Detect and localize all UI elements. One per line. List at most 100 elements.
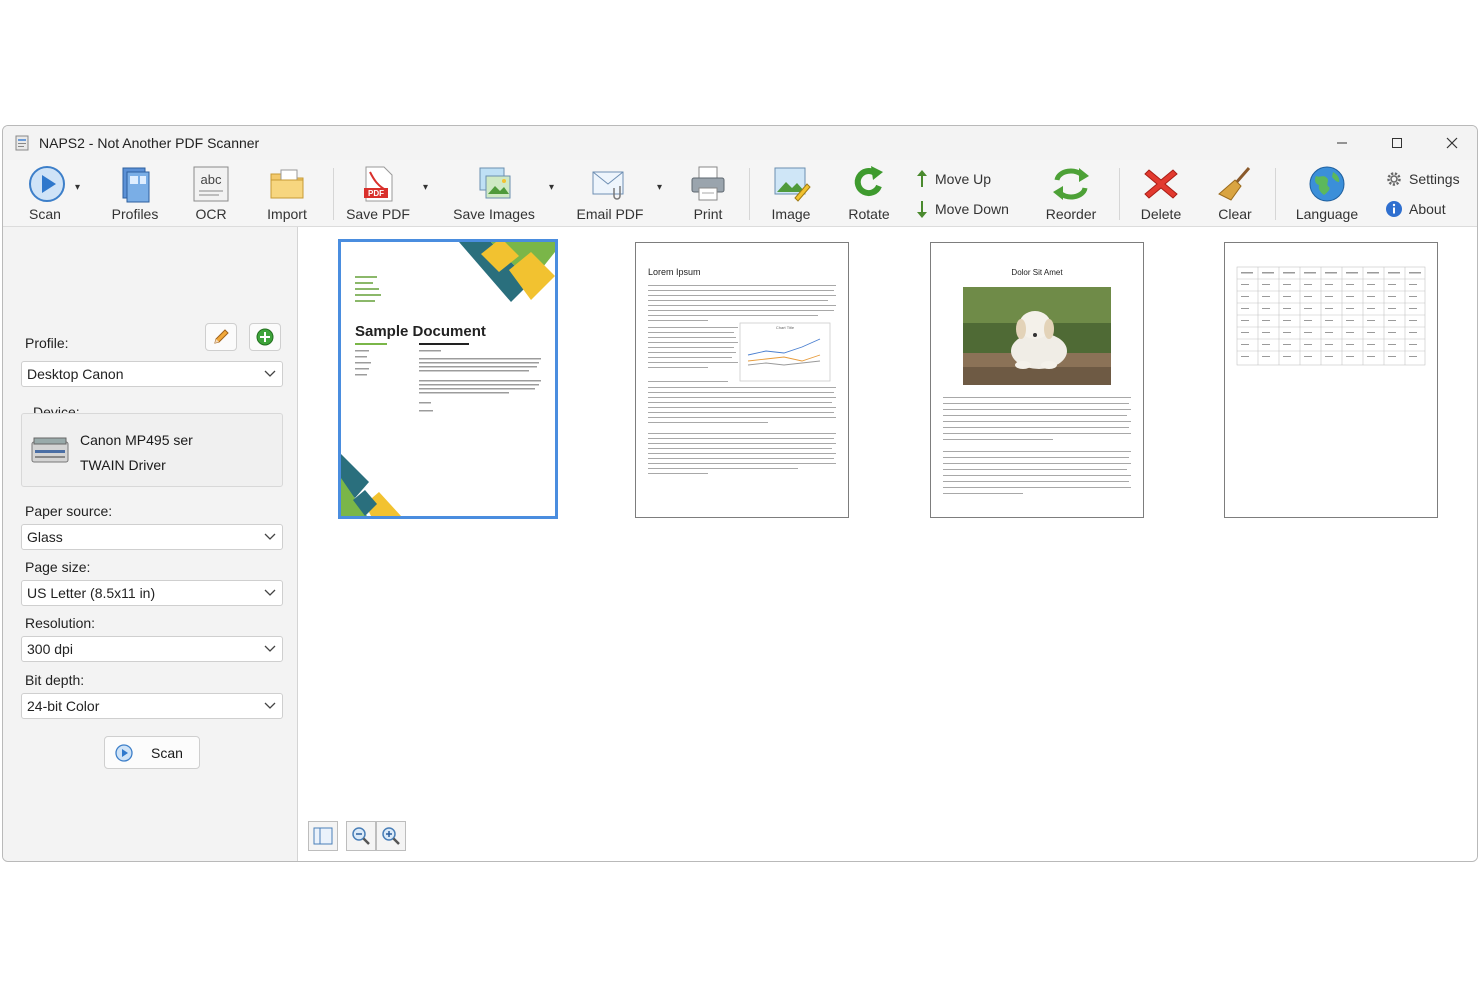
toolbar: Scan ▾ Profiles abc OCR Import PDF Save … [3, 160, 1477, 227]
rotate-icon [854, 166, 883, 197]
layout-toggle-button[interactable] [308, 821, 338, 851]
page-size-select[interactable]: US Letter (8.5x11 in) [21, 580, 283, 606]
page-preview-lorem-ipsum: Lorem Ipsum Chart Title [648, 267, 836, 474]
rotate-button[interactable]: Rotate [839, 160, 899, 226]
window-title: NAPS2 - Not Another PDF Scanner [39, 135, 260, 151]
page-thumbnail-1[interactable]: Sample Document [338, 239, 558, 519]
arrow-up-icon [917, 170, 927, 187]
profile-sidebar: Profile: Desktop Canon Device: Canon MP4… [3, 227, 298, 861]
ocr-button[interactable]: abc OCR [183, 160, 239, 226]
profiles-icon [122, 167, 150, 203]
reorder-icon [1053, 168, 1089, 200]
minimize-button[interactable] [1314, 126, 1369, 160]
maximize-icon [1391, 138, 1402, 148]
pencil-icon [214, 329, 229, 344]
edit-profile-button[interactable] [205, 323, 237, 351]
image-button[interactable]: Image [761, 160, 821, 226]
device-driver: TWAIN Driver [80, 457, 166, 473]
device-name: Canon MP495 ser [80, 432, 193, 448]
maximize-button[interactable] [1369, 126, 1424, 160]
move-up-button[interactable]: Move Up [915, 168, 991, 190]
scan-toolbar-button[interactable]: Scan ▾ [17, 160, 80, 226]
email-icon [592, 171, 624, 200]
import-folder-icon [270, 169, 304, 199]
svg-text:Lorem Ipsum: Lorem Ipsum [648, 267, 701, 277]
close-icon [1446, 137, 1457, 149]
language-button[interactable]: Language [1291, 160, 1363, 226]
scan-play-icon [115, 744, 133, 762]
page-thumbnail-4[interactable] [1224, 242, 1438, 518]
zoom-out-button[interactable] [346, 821, 376, 851]
toolbar-separator [1275, 168, 1276, 220]
move-down-button[interactable]: Move Down [915, 198, 1009, 220]
resolution-label: Resolution: [25, 615, 96, 631]
profiles-button[interactable]: Profiles [105, 160, 165, 226]
settings-button[interactable]: Settings [1385, 168, 1460, 190]
title-bar: NAPS2 - Not Another PDF Scanner [3, 126, 1477, 160]
svg-text:Chart Title: Chart Title [776, 325, 795, 330]
profile-label: Profile: [25, 335, 69, 351]
scan-icon [29, 166, 65, 202]
email-pdf-button[interactable]: Email PDF ▾ [573, 160, 662, 226]
delete-button[interactable]: Delete [1131, 160, 1191, 226]
import-button[interactable]: Import [257, 160, 317, 226]
zoom-out-icon [352, 827, 370, 845]
page-thumbnail-3[interactable]: Dolor Sit Amet [930, 242, 1144, 518]
paper-source-select[interactable]: Glass [21, 524, 283, 550]
page-size-label: Page size: [25, 559, 91, 575]
app-window: NAPS2 - Not Another PDF Scanner Scan ▾ P… [2, 125, 1478, 862]
clear-button[interactable]: Clear [1209, 160, 1261, 226]
scan-dropdown-arrow[interactable]: ▾ [75, 182, 80, 193]
svg-text:PDF: PDF [368, 189, 384, 198]
chevron-down-icon [264, 370, 276, 377]
scanner-device-icon [31, 437, 69, 463]
save-images-dropdown-arrow[interactable]: ▾ [549, 182, 554, 193]
page-thumbnail-area[interactable]: Sample Document Lorem Ipsum Chart Title … [298, 227, 1477, 861]
layout-panel-icon [313, 827, 333, 845]
save-pdf-dropdown-arrow[interactable]: ▾ [423, 182, 428, 193]
printer-icon [691, 166, 725, 201]
about-button[interactable]: About [1385, 198, 1446, 220]
toolbar-separator [333, 168, 334, 220]
save-images-button[interactable]: Save Images ▾ [447, 160, 554, 226]
save-images-icon [479, 167, 511, 199]
broom-icon [1218, 167, 1251, 201]
page-preview-table [1236, 266, 1426, 366]
reorder-button[interactable]: Reorder [1039, 160, 1103, 226]
chevron-down-icon [264, 589, 276, 596]
minimize-icon [1336, 142, 1347, 144]
image-edit-icon [774, 167, 811, 202]
gear-icon [1387, 172, 1401, 186]
resolution-select[interactable]: 300 dpi [21, 636, 283, 662]
toolbar-separator [749, 168, 750, 220]
device-panel[interactable]: Canon MP495 ser TWAIN Driver [21, 413, 283, 487]
print-button[interactable]: Print [683, 160, 733, 226]
svg-text:Sample Document: Sample Document [355, 323, 486, 340]
svg-text:Dolor Sit Amet: Dolor Sit Amet [1011, 268, 1063, 277]
paper-source-label: Paper source: [25, 503, 113, 519]
email-pdf-dropdown-arrow[interactable]: ▾ [657, 182, 662, 193]
page-preview-dolor-sit-amet: Dolor Sit Amet [943, 268, 1131, 494]
bit-depth-label: Bit depth: [25, 672, 85, 688]
chevron-down-icon [264, 645, 276, 652]
arrow-down-icon [917, 201, 927, 218]
svg-text:abc: abc [201, 172, 222, 187]
globe-icon [1309, 166, 1345, 202]
toolbar-separator [1119, 168, 1120, 220]
sidebar-scan-button[interactable]: Scan [104, 736, 200, 769]
ocr-icon: abc [193, 166, 229, 202]
info-icon [1386, 201, 1402, 217]
bit-depth-select[interactable]: 24-bit Color [21, 693, 283, 719]
plus-circle-icon [256, 328, 274, 346]
delete-x-icon [1144, 169, 1178, 199]
chevron-down-icon [264, 702, 276, 709]
app-logo-icon [15, 135, 29, 151]
profile-select[interactable]: Desktop Canon [21, 361, 283, 387]
pdf-file-icon: PDF [364, 166, 393, 202]
close-button[interactable] [1424, 126, 1477, 160]
page-thumbnail-2[interactable]: Lorem Ipsum Chart Title [635, 242, 849, 518]
save-pdf-button[interactable]: PDF Save PDF ▾ [343, 160, 428, 226]
add-profile-button[interactable] [249, 323, 281, 351]
zoom-in-button[interactable] [376, 821, 406, 851]
puppy-photo [963, 287, 1111, 385]
